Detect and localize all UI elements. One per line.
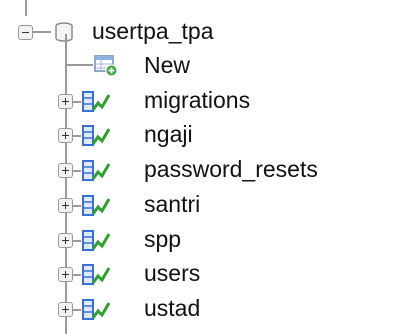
expand-toggle[interactable] — [58, 198, 73, 213]
database-node[interactable]: usertpa_tpa — [0, 16, 393, 46]
tree-line — [73, 309, 81, 311]
database-name[interactable]: usertpa_tpa — [92, 18, 213, 44]
expand-toggle[interactable] — [58, 128, 73, 143]
tree-line — [73, 101, 81, 103]
expand-toggle[interactable] — [58, 163, 73, 178]
expand-toggle[interactable] — [58, 267, 73, 282]
table-structure-icon — [82, 230, 111, 251]
table-structure-icon — [82, 160, 111, 181]
table-item-spp[interactable]: spp — [0, 226, 393, 256]
table-structure-icon — [82, 195, 111, 216]
table-name[interactable]: users — [144, 260, 200, 286]
table-item-migrations[interactable]: migrations — [0, 87, 393, 117]
tree-line — [73, 240, 81, 242]
table-item-users[interactable]: users — [0, 260, 393, 290]
table-name[interactable]: spp — [144, 226, 181, 252]
tree-line — [73, 170, 81, 172]
table-structure-icon — [82, 299, 111, 320]
database-icon — [55, 22, 73, 42]
database-tree: usertpa_tpa New migrations ngaji passwor… — [0, 0, 393, 334]
tree-line — [73, 205, 81, 207]
new-label[interactable]: New — [144, 52, 190, 78]
table-structure-icon — [82, 125, 111, 146]
new-table-icon — [94, 55, 118, 76]
expand-toggle[interactable] — [58, 302, 73, 317]
tree-line — [73, 274, 81, 276]
collapse-toggle[interactable] — [18, 25, 33, 40]
table-structure-icon — [82, 91, 111, 112]
tree-line-new — [65, 64, 93, 66]
new-table-item[interactable]: New — [0, 50, 393, 80]
table-item-ngaji[interactable]: ngaji — [0, 121, 393, 151]
table-name[interactable]: santri — [144, 191, 200, 217]
table-name[interactable]: ngaji — [144, 121, 193, 147]
expand-toggle[interactable] — [58, 233, 73, 248]
tree-line-root — [33, 31, 51, 33]
table-structure-icon — [82, 264, 111, 285]
table-item-password-resets[interactable]: password_resets — [0, 156, 393, 186]
tree-line-top — [25, 0, 27, 16]
expand-toggle[interactable] — [58, 94, 73, 109]
table-name[interactable]: migrations — [144, 87, 250, 113]
table-name[interactable]: password_resets — [144, 156, 318, 182]
table-name[interactable]: ustad — [144, 295, 200, 321]
tree-line — [73, 135, 81, 137]
table-item-santri[interactable]: santri — [0, 191, 393, 221]
table-item-ustad[interactable]: ustad — [0, 295, 393, 325]
